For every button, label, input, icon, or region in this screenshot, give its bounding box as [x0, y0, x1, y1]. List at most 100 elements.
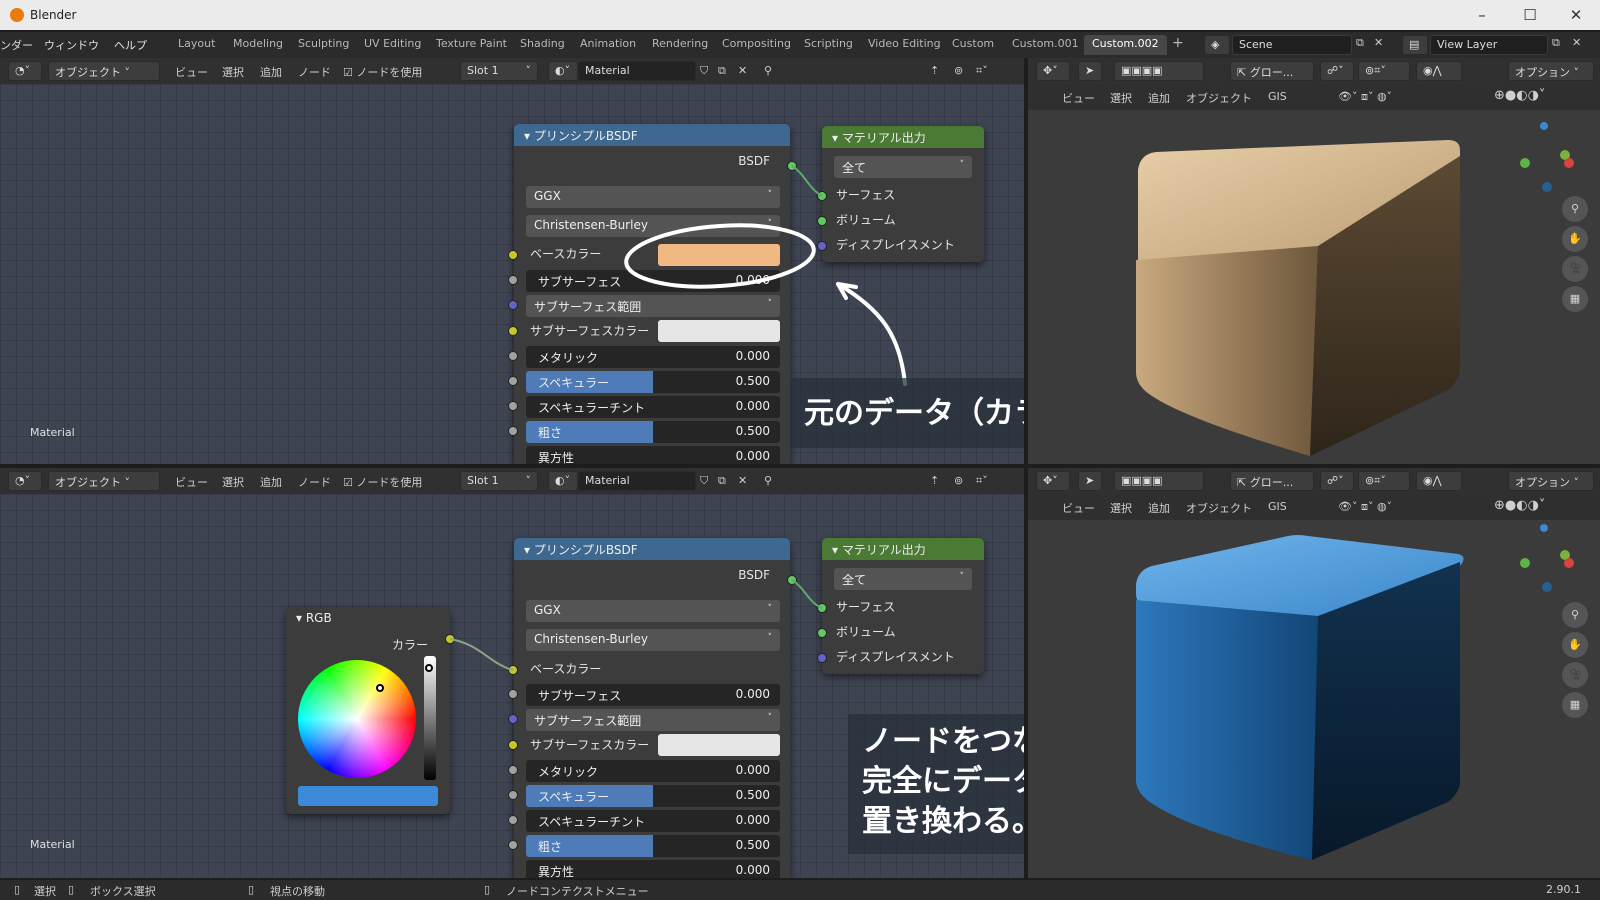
gizmo-neg-y-icon[interactable] [1520, 158, 1530, 168]
tab-texture-paint[interactable]: Texture Paint [428, 35, 515, 55]
tab-modeling[interactable]: Modeling [225, 35, 291, 55]
material-browse-icon[interactable]: ◐˅ [548, 61, 578, 81]
scene-close-icon[interactable]: ✕ [1374, 36, 1383, 49]
visibility-icon[interactable]: 👁˅ ⧈˅ ◍˅ [1338, 90, 1392, 104]
menu-select[interactable]: 選択 [222, 64, 244, 80]
menu-object[interactable]: オブジェクト [1186, 90, 1252, 106]
editor-type-icon[interactable]: ◔˅ [8, 471, 42, 491]
menu-gis[interactable]: GIS [1268, 90, 1287, 103]
gizmo-z-icon[interactable] [1540, 524, 1548, 532]
use-nodes-checkbox[interactable]: ☑ ノードを使用 [343, 64, 422, 80]
menu-object[interactable]: オブジェクト [1186, 500, 1252, 516]
menu-select[interactable]: 選択 [1110, 90, 1132, 106]
viewport-top[interactable]: ⚲ ✋ 🎥 ▦ [1028, 110, 1600, 464]
gizmo-z-icon[interactable] [1540, 122, 1548, 130]
node-editor-bottom[interactable]: Material ▾ RGB カラー ▾ プリンシプルBSDF BSDF GGX… [0, 494, 1024, 878]
menu-view[interactable]: ビュー [1062, 500, 1095, 516]
material-copy-icon[interactable]: ⧉ [718, 64, 726, 78]
shading-modes-icons[interactable]: ⊕●◐◑˅ [1494, 498, 1545, 513]
transform-orientation-dropdown[interactable]: ⇱ グロー... [1230, 471, 1314, 491]
camera-icon[interactable]: 🎥 [1562, 256, 1588, 282]
minimize-icon[interactable]: – [1460, 4, 1504, 26]
tab-compositing[interactable]: Compositing [714, 35, 799, 55]
tab-custom-001[interactable]: Custom.001 [1004, 35, 1087, 55]
menu-view[interactable]: ビュー [175, 64, 208, 80]
material-name-field[interactable]: Material [578, 61, 696, 81]
menu-add[interactable]: 追加 [1148, 500, 1170, 516]
pin-icon[interactable]: ⚲ [764, 474, 772, 487]
tab-video-editing[interactable]: Video Editing [860, 35, 949, 55]
options-dropdown[interactable]: オプション ˅ [1508, 61, 1594, 81]
transform-orientation-dropdown[interactable]: ⇱ グロー... [1230, 61, 1314, 81]
gizmo-neg-y-icon[interactable] [1520, 558, 1530, 568]
snap-icon[interactable]: ⊚⌗˅ [1358, 471, 1410, 491]
area-divider-vertical[interactable] [1024, 58, 1028, 880]
options-dropdown[interactable]: オプション ˅ [1508, 471, 1594, 491]
fake-user-icon[interactable]: ⛉ [700, 474, 708, 488]
parent-node-icon[interactable]: ⇡ [930, 64, 939, 77]
editor-type-icon[interactable]: ✥˅ [1036, 61, 1070, 81]
editor-type-icon[interactable]: ◔˅ [8, 61, 42, 81]
scene-icon[interactable]: ◈ [1204, 35, 1230, 55]
view-layer-field[interactable]: View Layer [1430, 35, 1548, 55]
add-workspace-button[interactable]: + [1164, 33, 1192, 53]
slot-dropdown[interactable]: Slot 1 ˅ [460, 471, 538, 491]
material-copy-icon[interactable]: ⧉ [718, 474, 726, 488]
gizmo-neg-z-icon[interactable] [1542, 182, 1552, 192]
menu-render[interactable]: ンダー [0, 37, 33, 53]
zoom-icon[interactable]: ⚲ [1562, 196, 1588, 222]
menu-add[interactable]: 追加 [260, 64, 282, 80]
close-icon[interactable]: ✕ [1554, 4, 1598, 26]
menu-window[interactable]: ウィンドウ [44, 37, 99, 53]
menu-select[interactable]: 選択 [222, 474, 244, 490]
material-unlink-icon[interactable]: ✕ [738, 474, 747, 487]
menu-node[interactable]: ノード [298, 64, 331, 80]
gizmo-x-icon[interactable] [1564, 158, 1574, 168]
snap-grid-icon[interactable]: ⌗˅ [976, 64, 988, 78]
tab-animation[interactable]: Animation [572, 35, 644, 55]
shading-modes-icons[interactable]: ⊕●◐◑˅ [1494, 88, 1545, 103]
snap-icon[interactable]: ⊚ [954, 474, 963, 487]
camera-icon[interactable]: 🎥 [1562, 662, 1588, 688]
select-tool-icon[interactable]: ➤ [1078, 471, 1102, 491]
pin-icon[interactable]: ⚲ [764, 64, 772, 77]
scene-copy-icon[interactable]: ⧉ [1356, 36, 1364, 50]
material-browse-icon[interactable]: ◐˅ [548, 471, 578, 491]
tab-sculpting[interactable]: Sculpting [290, 35, 357, 55]
tab-layout[interactable]: Layout [170, 35, 223, 55]
node-editor-top[interactable]: Material ▾ プリンシプルBSDF BSDF GGX ˅ Christen… [0, 84, 1024, 464]
use-nodes-checkbox[interactable]: ☑ ノードを使用 [343, 474, 422, 490]
gizmo-x-icon[interactable] [1564, 558, 1574, 568]
tab-rendering[interactable]: Rendering [644, 35, 716, 55]
pivot-icon[interactable]: ☍˅ [1320, 471, 1354, 491]
menu-gis[interactable]: GIS [1268, 500, 1287, 513]
tab-custom-002[interactable]: Custom.002 [1084, 35, 1167, 55]
tab-custom[interactable]: Custom [944, 35, 1002, 55]
material-name-field[interactable]: Material [578, 471, 696, 491]
zoom-icon[interactable]: ⚲ [1562, 602, 1588, 628]
menu-help[interactable]: ヘルプ [114, 37, 147, 53]
menu-view[interactable]: ビュー [1062, 90, 1095, 106]
tab-scripting[interactable]: Scripting [796, 35, 861, 55]
object-mode-dropdown[interactable]: オブジェクト ˅ [48, 471, 160, 491]
proportional-edit-icon[interactable]: ◉⋀ [1416, 471, 1462, 491]
tab-shading[interactable]: Shading [512, 35, 573, 55]
pivot-icon[interactable]: ☍˅ [1320, 61, 1354, 81]
menu-select[interactable]: 選択 [1110, 500, 1132, 516]
menu-add[interactable]: 追加 [1148, 90, 1170, 106]
editor-type-icon[interactable]: ✥˅ [1036, 471, 1070, 491]
object-mode-dropdown[interactable]: オブジェクト ˅ [48, 61, 160, 81]
snap-icon[interactable]: ⊚⌗˅ [1358, 61, 1410, 81]
maximize-icon[interactable]: ☐ [1508, 4, 1552, 26]
grid-view-icon[interactable]: ▦ [1562, 692, 1588, 718]
view-layer-icon[interactable]: ▤ [1402, 35, 1428, 55]
visibility-icon[interactable]: 👁˅ ⧈˅ ◍˅ [1338, 500, 1392, 514]
selection-mode-icons[interactable]: ▣▣▣▣ [1114, 471, 1204, 491]
pan-hand-icon[interactable]: ✋ [1562, 632, 1588, 658]
menu-node[interactable]: ノード [298, 474, 331, 490]
snap-grid-icon[interactable]: ⌗˅ [976, 474, 988, 488]
selection-mode-icons[interactable]: ▣▣▣▣ [1114, 61, 1204, 81]
tab-uv-editing[interactable]: UV Editing [356, 35, 429, 55]
slot-dropdown[interactable]: Slot 1 ˅ [460, 61, 538, 81]
pan-hand-icon[interactable]: ✋ [1562, 226, 1588, 252]
